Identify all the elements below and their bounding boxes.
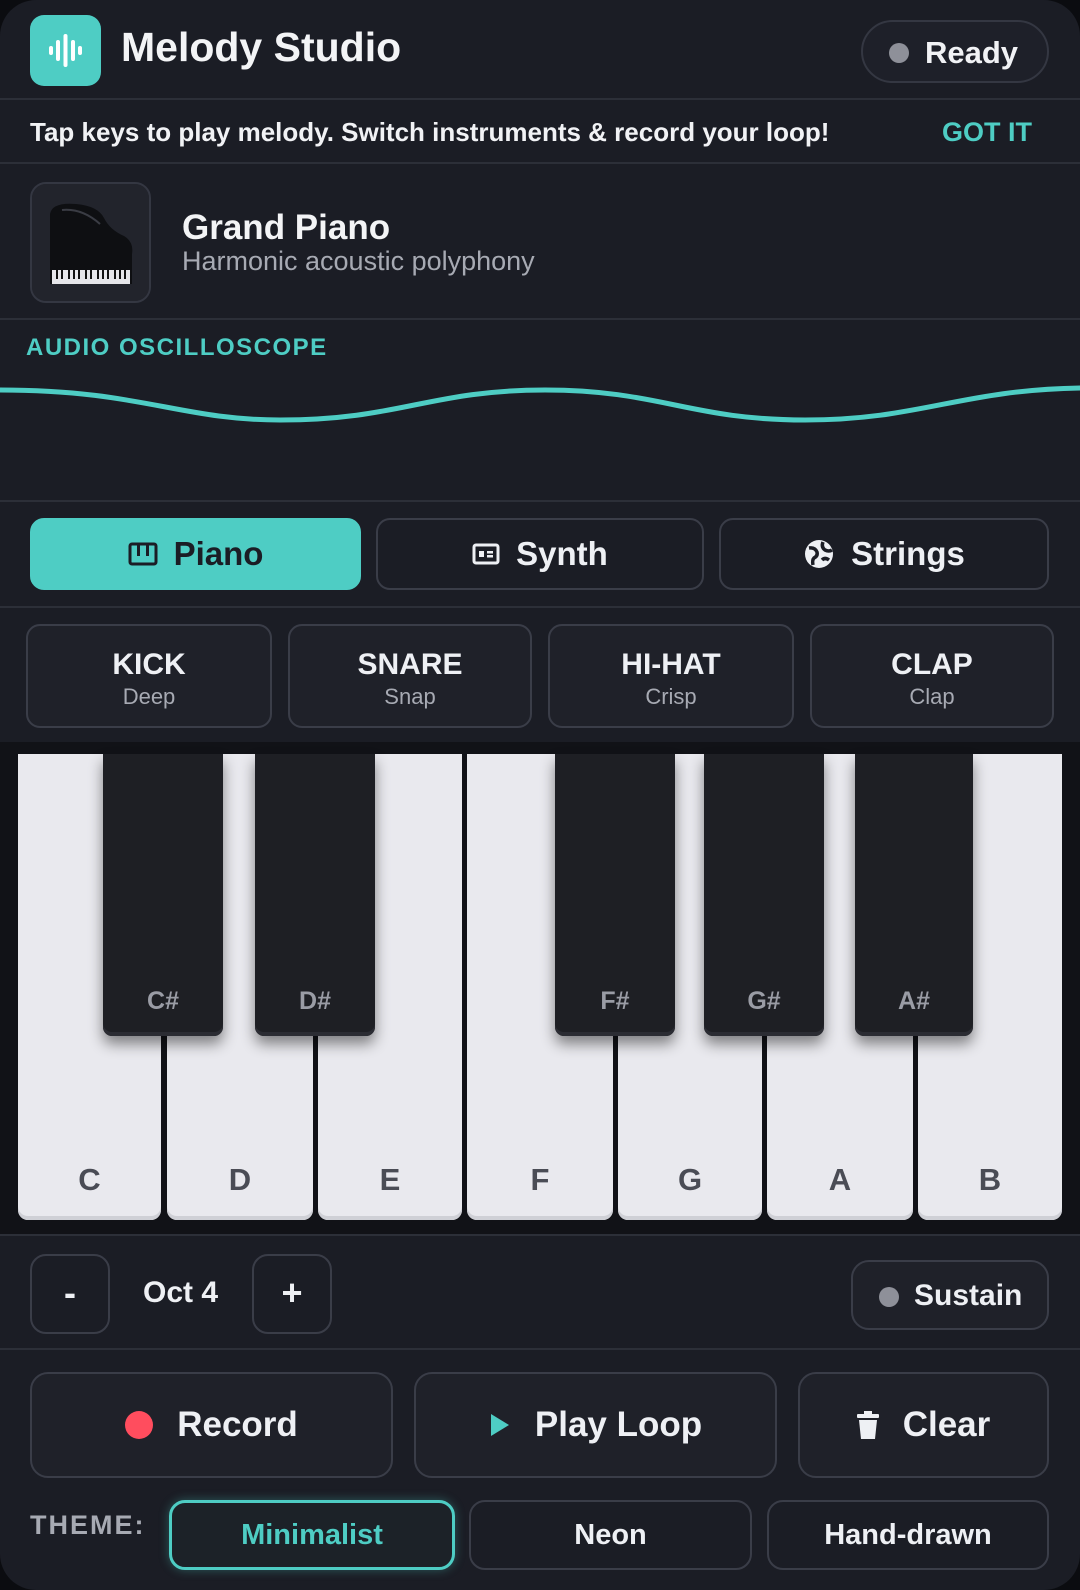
hint-banner: Tap keys to play melody. Switch instrume…	[0, 102, 1080, 164]
grand-piano-image	[30, 182, 151, 303]
key-label: B	[978, 1162, 1002, 1197]
app-title: Melody Studio	[121, 24, 402, 70]
key-label: D#	[299, 987, 331, 1015]
pad-clap[interactable]: CLAP Clap	[810, 624, 1054, 728]
pad-snare-name: SNARE	[357, 648, 463, 681]
app-logo	[30, 15, 101, 86]
record-icon	[125, 1411, 154, 1439]
pad-clap-name: CLAP	[891, 648, 973, 681]
play-loop-label: Play Loop	[534, 1405, 703, 1444]
strings-icon	[805, 540, 834, 568]
play-loop-button[interactable]: Play Loop	[414, 1372, 777, 1478]
tab-piano-label: Piano	[173, 535, 264, 572]
play-icon	[490, 1414, 509, 1436]
key-label: C	[78, 1162, 101, 1197]
sustain-indicator-icon	[879, 1287, 899, 1307]
key-label: A	[828, 1162, 852, 1197]
sustain-label: Sustain	[914, 1279, 1023, 1312]
got-it-button[interactable]: GOT IT	[942, 117, 1032, 148]
audio-oscilloscope: AUDIO OSCILLOSCOPE	[0, 322, 1080, 502]
key-label: F#	[600, 987, 630, 1015]
octave-controls: - Oct 4 + Sustain	[0, 1238, 1080, 1350]
pad-snare[interactable]: SNARE Snap	[288, 624, 532, 728]
pad-hi-hat[interactable]: HI-HAT Crisp	[548, 624, 794, 728]
piano-keyboard: C D E F G A B C# D# F# G# A#	[0, 742, 1080, 1236]
instrument-info: Grand Piano Harmonic acoustic polyphony	[0, 166, 1080, 320]
theme-label: THEME:	[30, 1510, 146, 1540]
tab-piano[interactable]: Piano	[30, 518, 361, 590]
header: Melody Studio Ready	[0, 0, 1080, 100]
black-key-d-sharp[interactable]: D#	[255, 754, 375, 1036]
octave-up-button[interactable]: +	[252, 1254, 332, 1334]
waveform-logo-icon	[49, 34, 82, 67]
status-dot-icon	[889, 43, 909, 63]
black-key-c-sharp[interactable]: C#	[103, 754, 223, 1036]
octave-label: Oct 4	[143, 1276, 219, 1309]
synth-icon	[472, 543, 500, 565]
key-label: D	[228, 1162, 252, 1197]
piano-icon	[128, 542, 158, 566]
key-label: G#	[747, 987, 781, 1015]
status-badge: Ready	[861, 20, 1049, 83]
pad-kick[interactable]: KICK Deep	[26, 624, 272, 728]
pad-snare-sub: Snap	[384, 684, 436, 709]
record-label: Record	[177, 1405, 298, 1444]
tab-strings[interactable]: Strings	[719, 518, 1049, 590]
drum-pads: KICK Deep SNARE Snap HI-HAT Crisp CLAP C…	[0, 610, 1080, 742]
pad-kick-name: KICK	[112, 648, 186, 681]
theme-option-hand-drawn[interactable]: Hand-drawn	[767, 1500, 1049, 1570]
theme-option-minimalist[interactable]: Minimalist	[169, 1500, 455, 1570]
key-label: E	[379, 1162, 401, 1197]
pad-hi-hat-sub: Crisp	[645, 684, 697, 709]
black-key-a-sharp[interactable]: A#	[855, 754, 973, 1036]
clear-button[interactable]: Clear	[798, 1372, 1049, 1478]
tab-synth-label: Synth	[516, 535, 608, 572]
tab-strings-label: Strings	[851, 535, 965, 572]
hint-text: Tap keys to play melody. Switch instrume…	[30, 117, 830, 147]
sustain-toggle[interactable]: Sustain	[851, 1260, 1049, 1330]
pad-hi-hat-name: HI-HAT	[621, 648, 721, 681]
instrument-tabs: Piano Synth Strings	[0, 504, 1080, 608]
tab-synth[interactable]: Synth	[376, 518, 704, 590]
key-label: A#	[898, 987, 930, 1015]
octave-down-button[interactable]: -	[30, 1254, 110, 1334]
black-key-g-sharp[interactable]: G#	[704, 754, 824, 1036]
key-label: C#	[147, 987, 179, 1015]
instrument-name: Grand Piano	[182, 208, 391, 247]
theme-option-neon[interactable]: Neon	[469, 1500, 752, 1570]
pad-clap-sub: Clap	[909, 684, 955, 709]
key-label: F	[530, 1162, 550, 1197]
key-label: G	[677, 1162, 703, 1197]
instrument-description: Harmonic acoustic polyphony	[182, 246, 535, 276]
theme-selector: THEME: Minimalist Neon Hand-drawn	[0, 1486, 1080, 1590]
transport-controls: Record Play Loop Clear	[0, 1352, 1080, 1482]
clear-label: Clear	[902, 1405, 991, 1444]
black-key-f-sharp[interactable]: F#	[555, 754, 675, 1036]
record-button[interactable]: Record	[30, 1372, 393, 1478]
app-window: Melody Studio Ready Tap keys to play mel…	[0, 0, 1080, 1590]
trash-icon	[856, 1411, 879, 1439]
pad-kick-sub: Deep	[122, 684, 176, 709]
oscilloscope-waveform	[0, 385, 1080, 423]
status-text: Ready	[925, 35, 1019, 70]
